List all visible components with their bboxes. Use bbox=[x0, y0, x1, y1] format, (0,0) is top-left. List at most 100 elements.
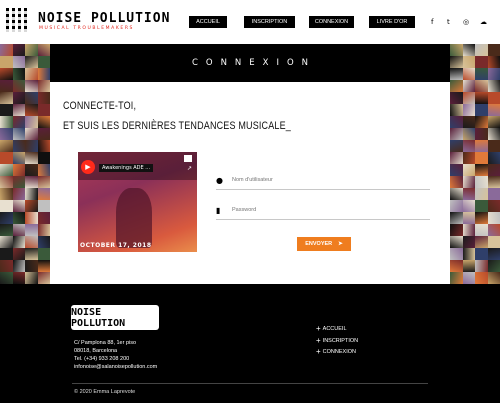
plus-icon: + bbox=[316, 336, 321, 345]
intro-line-1: CONNECTE-TOI, bbox=[63, 100, 137, 112]
collage-photo bbox=[12, 188, 25, 200]
facebook-icon[interactable]: f bbox=[431, 17, 433, 27]
nav-livre-dor-button[interactable]: LIVRE D'OR bbox=[369, 16, 415, 28]
username-input[interactable] bbox=[232, 177, 422, 183]
collage-photo bbox=[450, 200, 463, 212]
collage-photo bbox=[487, 200, 500, 212]
collage-photo bbox=[462, 140, 475, 152]
collage-photo bbox=[25, 128, 38, 140]
footer-logo[interactable]: NOISE POLLUTION bbox=[71, 305, 159, 330]
address-email[interactable]: infonoise@salanoisepollution.com bbox=[74, 364, 157, 370]
share-icon[interactable]: ↗ bbox=[187, 165, 192, 172]
collage-photo bbox=[462, 152, 475, 164]
collage-photo bbox=[450, 116, 463, 128]
collage-photo bbox=[12, 68, 25, 80]
collage-photo bbox=[12, 128, 25, 140]
submit-label: ENVOYER bbox=[305, 241, 333, 247]
collage-photo bbox=[12, 116, 25, 128]
soundcloud-icon[interactable]: ☁ bbox=[480, 17, 487, 27]
collage-photo bbox=[462, 92, 475, 104]
collage-photo bbox=[37, 188, 50, 200]
nav-inscription-button[interactable]: INSCRIPTION bbox=[244, 16, 295, 28]
collage-photo bbox=[25, 152, 38, 164]
collage-photo bbox=[12, 152, 25, 164]
twitter-icon[interactable]: t bbox=[447, 17, 450, 27]
collage-photo bbox=[475, 272, 488, 284]
nav-connexion-button[interactable]: CONNEXION bbox=[309, 16, 354, 28]
copyright: © 2020 Emma Laprevote bbox=[74, 389, 136, 395]
collage-photo bbox=[25, 176, 38, 188]
nav-accueil-button[interactable]: ACCUEIL bbox=[189, 16, 227, 28]
collage-photo bbox=[462, 188, 475, 200]
collage-photo bbox=[450, 140, 463, 152]
video-thumbnail-figure bbox=[116, 188, 152, 248]
collage-photo bbox=[37, 56, 50, 68]
footer-link-label: ACCUEIL bbox=[322, 326, 347, 332]
footer-link-label: CONNEXION bbox=[322, 349, 356, 355]
collage-photo bbox=[12, 176, 25, 188]
collage-photo bbox=[462, 128, 475, 140]
login-panel: CONNECTE-TOI, ET SUIS LES DERNIÈRES TEND… bbox=[50, 82, 450, 284]
play-icon[interactable]: ▶ bbox=[81, 160, 95, 174]
collage-photo bbox=[12, 200, 25, 212]
collage-photo bbox=[475, 140, 488, 152]
site-footer: NOISE POLLUTION C/ Pamplona 88, 1er piso… bbox=[0, 284, 500, 403]
collage-photo bbox=[450, 272, 463, 284]
collage-photo bbox=[487, 164, 500, 176]
photo-collage-right bbox=[450, 44, 500, 284]
video-title[interactable]: Awakenings ADE ... bbox=[99, 164, 154, 172]
brand-name[interactable]: NOISE POLLUTION bbox=[38, 11, 170, 26]
collage-photo bbox=[475, 56, 488, 68]
footer-link-connexion[interactable]: + CONNEXION bbox=[316, 347, 356, 356]
collage-photo bbox=[25, 212, 38, 224]
collage-photo bbox=[487, 248, 500, 260]
address-line: Tel. (+34) 933 208 200 bbox=[74, 356, 130, 362]
collage-photo bbox=[475, 248, 488, 260]
collage-photo bbox=[450, 260, 463, 272]
collage-photo bbox=[462, 164, 475, 176]
collage-photo bbox=[475, 68, 488, 80]
collage-photo bbox=[37, 104, 50, 116]
collage-photo bbox=[0, 116, 13, 128]
logo-icon[interactable] bbox=[6, 8, 30, 32]
collage-photo bbox=[12, 236, 25, 248]
collage-photo bbox=[487, 56, 500, 68]
collage-photo bbox=[37, 152, 50, 164]
site-header: NOISE POLLUTION MUSICAL TROUBLEMAKERS AC… bbox=[0, 0, 500, 44]
collage-photo bbox=[12, 248, 25, 260]
send-icon: ➤ bbox=[338, 241, 343, 247]
collage-photo bbox=[0, 104, 13, 116]
footer-link-label: INSCRIPTION bbox=[322, 338, 359, 344]
instagram-icon[interactable]: ◎ bbox=[463, 17, 469, 27]
collage-photo bbox=[450, 104, 463, 116]
collage-photo bbox=[462, 56, 475, 68]
collage-photo bbox=[475, 80, 488, 92]
footer-link-accueil[interactable]: + ACCUEIL bbox=[316, 324, 347, 333]
collage-photo bbox=[25, 80, 38, 92]
collage-photo bbox=[462, 212, 475, 224]
collage-photo bbox=[25, 260, 38, 272]
collage-photo bbox=[25, 44, 38, 56]
video-embed[interactable]: ▶ Awakenings ADE ... ↗ OCTOBER 17, 2018 bbox=[78, 152, 197, 262]
collage-photo bbox=[462, 104, 475, 116]
collage-photo bbox=[25, 200, 38, 212]
collage-photo bbox=[487, 68, 500, 80]
collage-photo bbox=[12, 140, 25, 152]
collage-photo bbox=[0, 212, 13, 224]
collage-photo bbox=[462, 236, 475, 248]
photo-collage-left bbox=[0, 44, 50, 284]
collage-photo bbox=[462, 176, 475, 188]
password-input[interactable] bbox=[232, 207, 422, 213]
collage-photo bbox=[487, 104, 500, 116]
collage-photo bbox=[37, 176, 50, 188]
collage-photo bbox=[25, 224, 38, 236]
collage-photo bbox=[0, 128, 13, 140]
collage-photo bbox=[450, 80, 463, 92]
collage-photo bbox=[450, 164, 463, 176]
collage-photo bbox=[37, 68, 50, 80]
collage-photo bbox=[37, 92, 50, 104]
collage-photo bbox=[462, 68, 475, 80]
collage-photo bbox=[0, 248, 13, 260]
footer-link-inscription[interactable]: + INSCRIPTION bbox=[316, 336, 358, 345]
submit-button[interactable]: ENVOYER ➤ bbox=[297, 237, 351, 251]
